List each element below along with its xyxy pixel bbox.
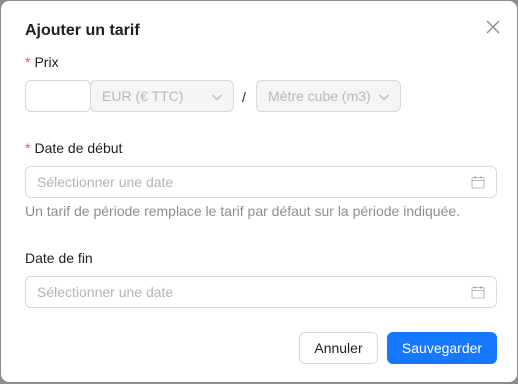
cancel-button[interactable]: Annuler [299, 332, 378, 364]
price-amount-input[interactable] [25, 80, 91, 112]
end-date-placeholder: Sélectionner une date [37, 284, 174, 300]
end-date-picker[interactable]: Sélectionner une date [25, 276, 497, 308]
currency-select[interactable]: EUR (€ TTC) [90, 80, 234, 112]
unit-select[interactable]: Mètre cube (m3) [256, 80, 401, 112]
required-mark: * [25, 54, 31, 70]
calendar-icon [471, 286, 485, 299]
modal-title: Ajouter un tarif [25, 22, 140, 39]
save-button[interactable]: Sauvegarder [387, 332, 497, 364]
start-date-label: * Date de début [25, 140, 123, 156]
close-icon [486, 20, 500, 34]
calendar-icon [471, 176, 485, 189]
price-separator: / [242, 89, 246, 105]
price-label: * Prix [25, 54, 59, 70]
close-button[interactable] [483, 17, 503, 37]
chevron-down-icon [379, 94, 389, 101]
currency-value: EUR (€ TTC) [102, 88, 184, 104]
end-date-label: Date de fin [25, 250, 93, 266]
add-rate-modal: Ajouter un tarif * Prix EUR (€ TTC) / Mèt… [1, 1, 517, 382]
required-mark: * [25, 140, 31, 156]
start-date-placeholder: Sélectionner une date [37, 174, 174, 190]
unit-value: Mètre cube (m3) [268, 88, 371, 104]
chevron-down-icon [212, 94, 222, 101]
start-date-help: Un tarif de période remplace le tarif pa… [25, 203, 461, 219]
start-date-picker[interactable]: Sélectionner une date [25, 166, 497, 198]
